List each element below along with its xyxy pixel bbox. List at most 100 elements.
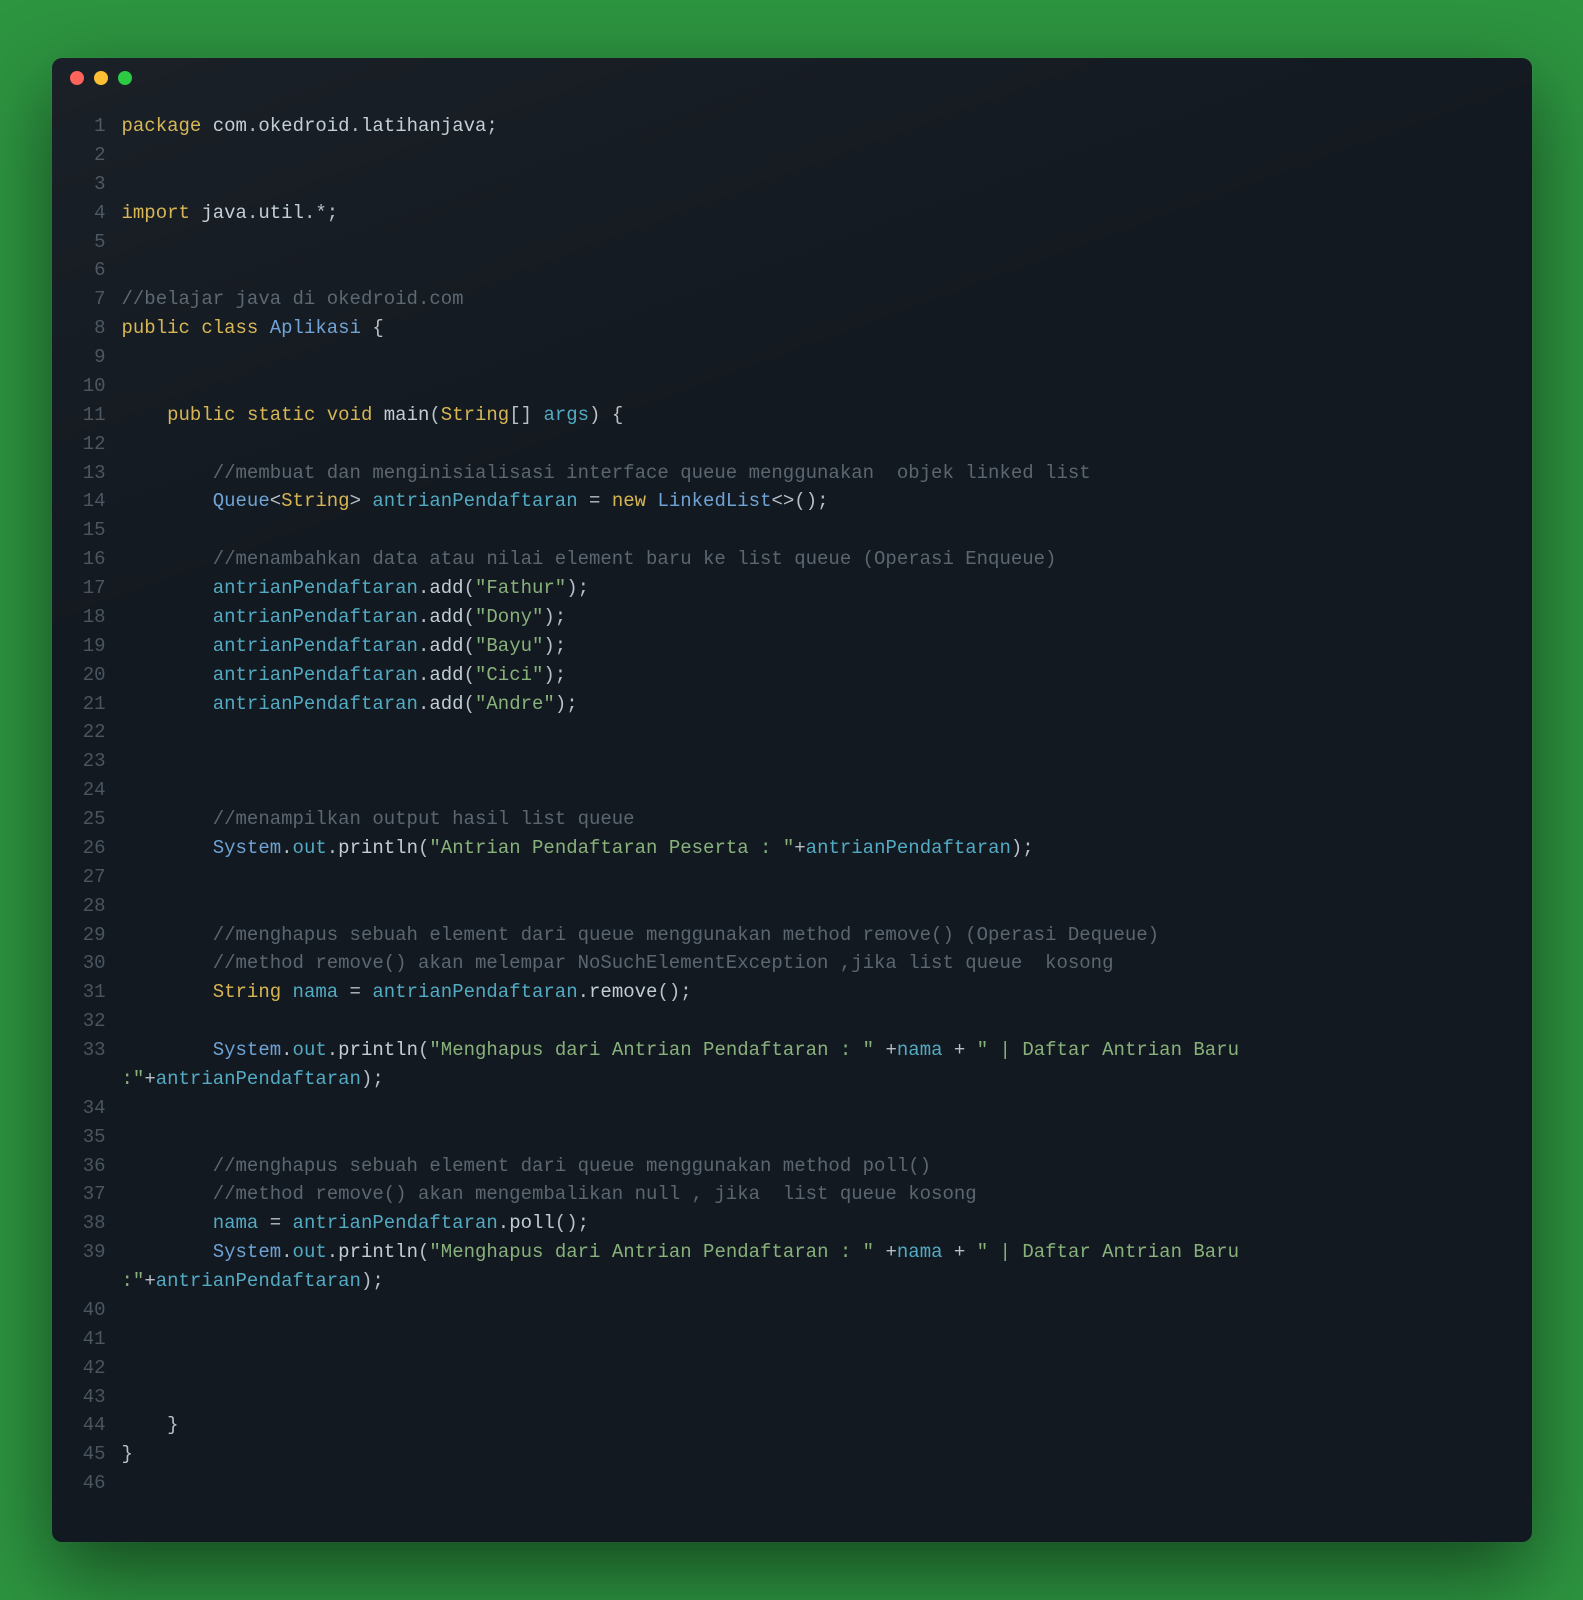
line-source[interactable]: public class Aplikasi { <box>122 314 1532 343</box>
token-punc: + <box>144 1068 155 1090</box>
token-punc: = <box>578 490 612 512</box>
code-line[interactable]: 22 <box>52 718 1532 747</box>
line-source[interactable]: System.out.println("Antrian Pendaftaran … <box>122 834 1532 863</box>
code-line[interactable]: 27 <box>52 863 1532 892</box>
line-source[interactable]: //menambahkan data atau nilai element ba… <box>122 545 1532 574</box>
line-source[interactable] <box>122 228 1532 257</box>
code-line[interactable]: 17 antrianPendaftaran.add("Fathur"); <box>52 574 1532 603</box>
code-line[interactable]: 36 //menghapus sebuah element dari queue… <box>52 1152 1532 1181</box>
minimize-icon[interactable] <box>94 71 108 85</box>
zoom-icon[interactable] <box>118 71 132 85</box>
line-source[interactable]: import java.util.*; <box>122 199 1532 228</box>
line-source[interactable]: //membuat dan menginisialisasi interface… <box>122 459 1532 488</box>
code-line[interactable]: 31 String nama = antrianPendaftaran.remo… <box>52 978 1532 1007</box>
code-line[interactable]: 8public class Aplikasi { <box>52 314 1532 343</box>
line-number: 16 <box>52 545 122 574</box>
code-line[interactable]: 10 <box>52 372 1532 401</box>
code-line[interactable]: 11 public static void main(String[] args… <box>52 401 1532 430</box>
line-source[interactable]: //method remove() akan mengembalikan nul… <box>122 1180 1532 1209</box>
line-source[interactable] <box>122 1123 1532 1152</box>
code-line[interactable]: 18 antrianPendaftaran.add("Dony"); <box>52 603 1532 632</box>
line-source[interactable]: } <box>122 1440 1532 1469</box>
code-line[interactable]: 29 //menghapus sebuah element dari queue… <box>52 921 1532 950</box>
code-line[interactable]: 45} <box>52 1440 1532 1469</box>
line-source[interactable] <box>122 141 1532 170</box>
line-source[interactable] <box>122 1325 1532 1354</box>
line-source[interactable]: //method remove() akan melempar NoSuchEl… <box>122 949 1532 978</box>
line-source[interactable] <box>122 1383 1532 1412</box>
line-source[interactable] <box>122 1296 1532 1325</box>
code-line[interactable]: 1package com.okedroid.latihanjava; <box>52 112 1532 141</box>
line-source[interactable] <box>122 718 1532 747</box>
code-line[interactable]: 15 <box>52 516 1532 545</box>
code-line[interactable]: 16 //menambahkan data atau nilai element… <box>52 545 1532 574</box>
line-source[interactable] <box>122 1354 1532 1383</box>
line-source[interactable]: public static void main(String[] args) { <box>122 401 1532 430</box>
line-source[interactable] <box>122 516 1532 545</box>
line-source[interactable]: String nama = antrianPendaftaran.remove(… <box>122 978 1532 1007</box>
line-source[interactable]: antrianPendaftaran.add("Andre"); <box>122 690 1532 719</box>
code-line[interactable]: 4import java.util.*; <box>52 199 1532 228</box>
line-source[interactable]: } <box>122 1411 1532 1440</box>
code-line[interactable]: 23 <box>52 747 1532 776</box>
line-source[interactable] <box>122 747 1532 776</box>
code-line[interactable]: 7//belajar java di okedroid.com <box>52 285 1532 314</box>
code-line[interactable]: 19 antrianPendaftaran.add("Bayu"); <box>52 632 1532 661</box>
code-line[interactable]: 30 //method remove() akan melempar NoSuc… <box>52 949 1532 978</box>
code-line[interactable]: 12 <box>52 430 1532 459</box>
line-source[interactable]: antrianPendaftaran.add("Bayu"); <box>122 632 1532 661</box>
line-source[interactable] <box>122 892 1532 921</box>
code-line[interactable]: 25 //menampilkan output hasil list queue <box>52 805 1532 834</box>
code-line[interactable]: 24 <box>52 776 1532 805</box>
code-editor[interactable]: 1package com.okedroid.latihanjava;2 3 4i… <box>52 98 1532 1542</box>
code-line[interactable]: 33 System.out.println("Menghapus dari An… <box>52 1036 1532 1094</box>
code-line[interactable]: 42 <box>52 1354 1532 1383</box>
line-source[interactable] <box>122 1007 1532 1036</box>
code-line[interactable]: 14 Queue<String> antrianPendaftaran = ne… <box>52 487 1532 516</box>
line-source[interactable] <box>122 1469 1532 1498</box>
code-line[interactable]: 38 nama = antrianPendaftaran.poll(); <box>52 1209 1532 1238</box>
line-source[interactable]: //menghapus sebuah element dari queue me… <box>122 1152 1532 1181</box>
code-line[interactable]: 44 } <box>52 1411 1532 1440</box>
line-source[interactable] <box>122 776 1532 805</box>
code-line[interactable]: 39 System.out.println("Menghapus dari An… <box>52 1238 1532 1296</box>
line-source[interactable]: nama = antrianPendaftaran.poll(); <box>122 1209 1532 1238</box>
line-source[interactable]: antrianPendaftaran.add("Cici"); <box>122 661 1532 690</box>
line-source[interactable]: System.out.println("Menghapus dari Antri… <box>122 1036 1532 1094</box>
line-source[interactable] <box>122 430 1532 459</box>
line-source[interactable]: antrianPendaftaran.add("Dony"); <box>122 603 1532 632</box>
code-line[interactable]: 9 <box>52 343 1532 372</box>
code-line[interactable]: 35 <box>52 1123 1532 1152</box>
line-source[interactable]: //menghapus sebuah element dari queue me… <box>122 921 1532 950</box>
code-line[interactable]: 46 <box>52 1469 1532 1498</box>
line-source[interactable]: //menampilkan output hasil list queue <box>122 805 1532 834</box>
code-line[interactable]: 3 <box>52 170 1532 199</box>
line-source[interactable]: //belajar java di okedroid.com <box>122 285 1532 314</box>
line-source[interactable] <box>122 170 1532 199</box>
code-line[interactable]: 28 <box>52 892 1532 921</box>
code-line[interactable]: 13 //membuat dan menginisialisasi interf… <box>52 459 1532 488</box>
line-source[interactable]: antrianPendaftaran.add("Fathur"); <box>122 574 1532 603</box>
line-source[interactable] <box>122 256 1532 285</box>
line-number: 32 <box>52 1007 122 1036</box>
code-line[interactable]: 20 antrianPendaftaran.add("Cici"); <box>52 661 1532 690</box>
line-source[interactable]: Queue<String> antrianPendaftaran = new L… <box>122 487 1532 516</box>
line-source[interactable]: System.out.println("Menghapus dari Antri… <box>122 1238 1532 1296</box>
line-source[interactable] <box>122 372 1532 401</box>
code-line[interactable]: 32 <box>52 1007 1532 1036</box>
line-source[interactable] <box>122 343 1532 372</box>
code-line[interactable]: 6 <box>52 256 1532 285</box>
code-line[interactable]: 26 System.out.println("Antrian Pendaftar… <box>52 834 1532 863</box>
close-icon[interactable] <box>70 71 84 85</box>
code-line[interactable]: 21 antrianPendaftaran.add("Andre"); <box>52 690 1532 719</box>
code-line[interactable]: 34 <box>52 1094 1532 1123</box>
code-line[interactable]: 2 <box>52 141 1532 170</box>
line-source[interactable]: package com.okedroid.latihanjava; <box>122 112 1532 141</box>
code-line[interactable]: 40 <box>52 1296 1532 1325</box>
code-line[interactable]: 5 <box>52 228 1532 257</box>
code-line[interactable]: 43 <box>52 1383 1532 1412</box>
code-line[interactable]: 37 //method remove() akan mengembalikan … <box>52 1180 1532 1209</box>
line-source[interactable] <box>122 1094 1532 1123</box>
code-line[interactable]: 41 <box>52 1325 1532 1354</box>
line-source[interactable] <box>122 863 1532 892</box>
